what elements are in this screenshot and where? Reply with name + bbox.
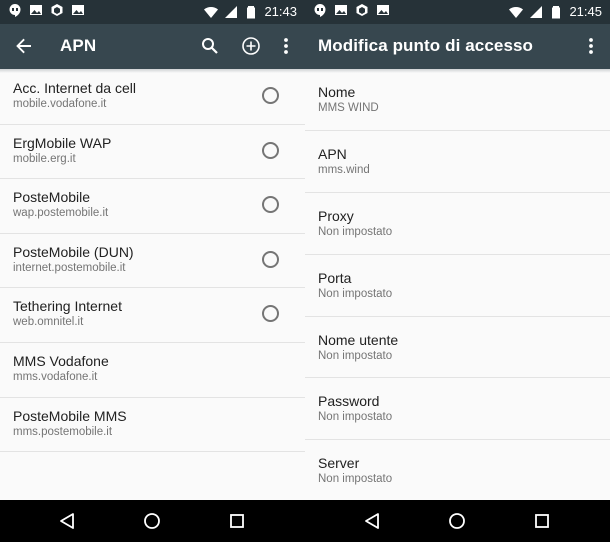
apn-list: Acc. Internet da cell mobile.vodafone.it… <box>0 70 305 453</box>
apn-radio-button[interactable] <box>262 250 279 268</box>
setting-label: Password <box>318 393 380 410</box>
status-bar: 21:45 <box>305 0 610 24</box>
back-triangle-icon[interactable] <box>56 510 78 532</box>
apn-address: wap.postemobile.it <box>13 207 109 220</box>
apn-name: Acc. Internet da cell <box>13 80 136 96</box>
page-title: APN <box>60 36 97 55</box>
setting-value: Non impostato <box>318 225 393 238</box>
hangouts-icon <box>9 4 21 17</box>
apn-radio-button[interactable] <box>262 141 279 159</box>
setting-label: Server <box>318 455 360 472</box>
apn-address: mms.postemobile.it <box>13 425 113 438</box>
setting-value: Non impostato <box>318 287 393 300</box>
apn-name: PosteMobile (DUN) <box>13 243 134 260</box>
apn-settings-list: Nome MMS WIND APN mms.wind Proxy Non imp… <box>305 69 610 503</box>
back-triangle-icon[interactable] <box>361 510 383 532</box>
more-vert-icon[interactable] <box>579 34 603 58</box>
app-bar: Modifica punto di accesso <box>305 24 610 69</box>
home-circle-icon[interactable] <box>446 510 468 532</box>
setting-port[interactable]: Porta Non impostato <box>305 255 610 317</box>
arrow-back-icon[interactable] <box>12 34 36 58</box>
apn-list-item[interactable]: Acc. Internet da cell mobile.vodafone.it <box>0 70 305 125</box>
apn-address: web.omnitel.it <box>13 316 84 329</box>
status-time: 21:45 <box>569 4 602 19</box>
setting-value: Non impostato <box>318 411 393 424</box>
apn-address: mms.vodafone.it <box>13 370 98 383</box>
page-title: Modifica punto di accesso <box>318 36 534 55</box>
apn-name: PosteMobile MMS <box>13 407 127 424</box>
apn-list-item[interactable]: MMS Vodafone mms.vodafone.it <box>0 343 305 398</box>
app-cube-icon <box>356 4 368 16</box>
apn-list-item[interactable]: PosteMobile wap.postemobile.it <box>0 179 305 234</box>
apn-radio-button[interactable] <box>262 87 279 104</box>
apn-name: PosteMobile <box>13 189 91 206</box>
edit-apn-screen: 21:45 Modifica punto di accesso Nome MMS… <box>305 0 610 542</box>
apn-radio-button[interactable] <box>262 196 279 214</box>
apn-address: internet.postemobile.it <box>13 261 126 274</box>
status-bar: 21:43 <box>0 0 305 24</box>
setting-value: Non impostato <box>318 473 393 486</box>
setting-server[interactable]: Server Non impostato <box>305 440 610 503</box>
apn-list-item[interactable]: PosteMobile (DUN) internet.postemobile.i… <box>0 234 305 289</box>
setting-apn[interactable]: APN mms.wind <box>305 131 610 193</box>
navigation-bar <box>0 500 305 542</box>
home-circle-icon[interactable] <box>141 510 163 532</box>
setting-label: APN <box>318 145 347 162</box>
apn-name: MMS Vodafone <box>13 352 109 369</box>
wifi-icon <box>509 7 524 18</box>
apn-list-item[interactable]: PosteMobile MMS mms.postemobile.it <box>0 398 305 453</box>
setting-value: mms.wind <box>318 163 370 176</box>
add-circle-icon[interactable] <box>239 34 263 58</box>
image-icon <box>377 5 389 15</box>
hangouts-icon <box>314 4 326 17</box>
image-icon <box>30 5 42 15</box>
apn-radio-button[interactable] <box>262 305 279 323</box>
setting-label: Nome utente <box>318 331 399 348</box>
recents-square-icon[interactable] <box>531 510 553 532</box>
setting-proxy[interactable]: Proxy Non impostato <box>305 193 610 255</box>
recents-square-icon[interactable] <box>226 510 248 532</box>
apn-name: Tethering Internet <box>13 298 122 315</box>
setting-password[interactable]: Password Non impostato <box>305 378 610 441</box>
apn-list-screen: 21:43 APN Acc. Internet da cell mobile.v… <box>0 0 305 542</box>
battery-icon <box>247 6 256 19</box>
navigation-bar <box>305 500 610 542</box>
setting-label: Nome <box>318 84 356 100</box>
setting-username[interactable]: Nome utente Non impostato <box>305 317 610 379</box>
apn-name: ErgMobile WAP <box>13 134 112 151</box>
app-bar: APN <box>0 24 305 69</box>
setting-name[interactable]: Nome MMS WIND <box>305 69 610 131</box>
app-cube-icon <box>51 4 63 16</box>
setting-label: Proxy <box>318 207 354 224</box>
setting-value: MMS WIND <box>318 102 379 114</box>
apn-address: mobile.erg.it <box>13 152 76 165</box>
search-icon[interactable] <box>198 34 222 58</box>
setting-label: Porta <box>318 269 352 286</box>
apn-list-item[interactable]: ErgMobile WAP mobile.erg.it <box>0 125 305 180</box>
battery-icon <box>552 6 561 19</box>
wifi-icon <box>204 7 219 18</box>
cellular-signal-icon <box>530 6 543 18</box>
setting-value: Non impostato <box>318 349 393 362</box>
cellular-signal-icon <box>225 6 238 18</box>
apn-list-item[interactable]: Tethering Internet web.omnitel.it <box>0 288 305 343</box>
more-vert-icon[interactable] <box>274 34 298 58</box>
image-icon <box>335 5 347 15</box>
image-icon <box>72 5 84 15</box>
status-time: 21:43 <box>264 4 297 19</box>
apn-address: mobile.vodafone.it <box>13 98 107 110</box>
